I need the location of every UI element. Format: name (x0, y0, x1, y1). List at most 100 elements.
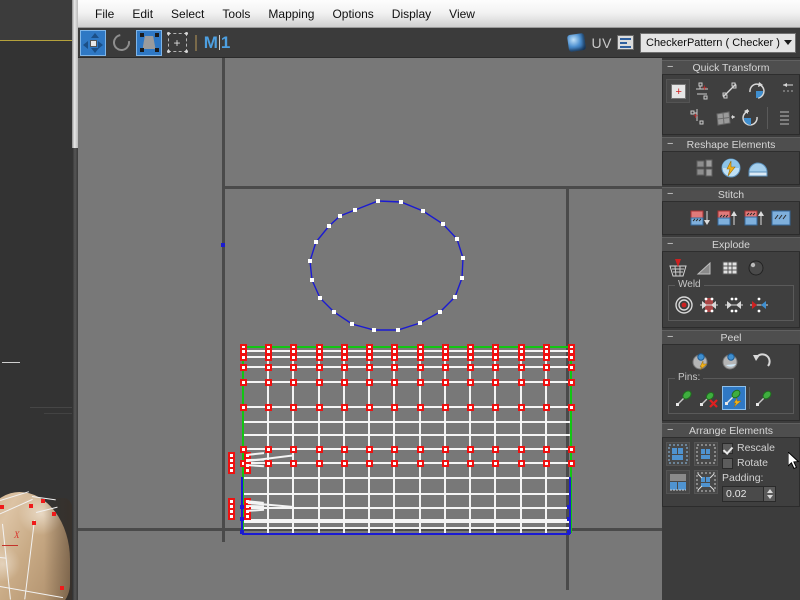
uv-grid-vertex[interactable] (518, 348, 525, 355)
uv-vertex[interactable] (421, 209, 425, 213)
minus-icon[interactable]: − (667, 189, 673, 200)
break-button[interactable] (692, 156, 716, 180)
quick-peel-button[interactable] (719, 156, 743, 180)
straighten-selection-button[interactable] (718, 79, 742, 103)
uv-grid-vertex[interactable] (492, 348, 499, 355)
minus-icon[interactable]: − (667, 332, 673, 343)
weld-shared-button[interactable] (722, 293, 746, 317)
uv-grid-vertex[interactable] (492, 354, 499, 361)
rotate-tool[interactable] (108, 30, 134, 56)
uv-vertex[interactable] (310, 278, 314, 282)
uv-grid-vertex[interactable] (316, 460, 323, 467)
uv-grid-vertex[interactable] (391, 379, 398, 386)
uv-grid-vertex-open[interactable] (567, 517, 571, 521)
uv-grid-vertex[interactable] (290, 348, 297, 355)
uv-grid-vertex[interactable] (467, 354, 474, 361)
uv-vertex[interactable] (308, 259, 312, 263)
uv-grid-vertex[interactable] (442, 446, 449, 453)
uv-stray-vertex[interactable] (221, 243, 225, 247)
uv-vertex[interactable] (396, 328, 400, 332)
uv-vertex[interactable] (376, 199, 380, 203)
relax-quad-button[interactable] (713, 106, 737, 130)
uv-grid-vertex[interactable] (417, 354, 424, 361)
uv-grid-vertex[interactable] (518, 404, 525, 411)
uv-grid-vertex[interactable] (492, 364, 499, 371)
rotate-90-cw-button[interactable] (739, 106, 763, 130)
uv-grid-vertex-open[interactable] (240, 517, 244, 521)
pack-normalize-button[interactable] (666, 442, 690, 466)
uv-grid-vertex[interactable] (492, 379, 499, 386)
move-selected-pivot-button[interactable]: + (666, 79, 690, 103)
uv-grid-vertex[interactable] (543, 364, 550, 371)
padding-spinner[interactable] (722, 486, 776, 502)
uv-vertex[interactable] (461, 256, 465, 260)
uv-grid-vertex[interactable] (240, 404, 247, 411)
uv-vertex[interactable] (338, 214, 342, 218)
weld-blue-button[interactable] (747, 293, 771, 317)
uv-grid-vertex[interactable] (568, 379, 575, 386)
uv-grid-vertex[interactable] (417, 446, 424, 453)
minus-icon[interactable]: − (667, 62, 673, 73)
uv-grid-vertex[interactable] (417, 348, 424, 355)
uv-cube-icon[interactable] (566, 32, 586, 53)
uv-grid-vertex[interactable] (316, 404, 323, 411)
uv-vertex[interactable] (332, 310, 336, 314)
uv-grid-vertex[interactable] (366, 460, 373, 467)
uv-grid-vertex[interactable] (543, 460, 550, 467)
uv-grid-vertex[interactable] (442, 364, 449, 371)
uv-grid-vertex[interactable] (417, 364, 424, 371)
uv-grid-vertex[interactable] (543, 354, 550, 361)
quick-transform-extra-button[interactable] (772, 106, 796, 130)
uv-grid-vertex[interactable] (518, 379, 525, 386)
uv-grid-vertex[interactable] (341, 404, 348, 411)
pack-rescale-button[interactable] (694, 470, 718, 494)
rescale-checkbox[interactable] (722, 442, 733, 454)
uv-grid-vertex[interactable] (341, 379, 348, 386)
menu-options[interactable]: Options (323, 5, 382, 23)
rotate-checkbox[interactable] (722, 457, 733, 469)
uv-grid-vertex[interactable] (543, 404, 550, 411)
uv-vertex[interactable] (460, 276, 464, 280)
uv-grid-vertex[interactable] (518, 460, 525, 467)
menu-edit[interactable]: Edit (123, 5, 162, 23)
menu-view[interactable]: View (440, 5, 484, 23)
uv-grid-vertex[interactable] (366, 446, 373, 453)
uv-grid-vertex[interactable] (290, 354, 297, 361)
panel-peel-header[interactable]: − Peel (662, 330, 800, 345)
uv-grid-vertex-collapsed[interactable] (244, 467, 251, 474)
uv-grid-vertex[interactable] (341, 348, 348, 355)
explode-basket-button[interactable] (666, 256, 690, 280)
uv-grid-vertex[interactable] (442, 379, 449, 386)
uv-grid-vertex[interactable] (240, 348, 247, 355)
uv-grid-vertex[interactable] (391, 446, 398, 453)
uv-grid-vertex[interactable] (543, 379, 550, 386)
menu-display[interactable]: Display (383, 5, 440, 23)
uv-grid-vertex[interactable] (290, 404, 297, 411)
panel-stitch-header[interactable]: − Stitch (662, 187, 800, 202)
uv-grid-vertex[interactable] (543, 348, 550, 355)
explode-by-smoothing-button[interactable] (744, 256, 768, 280)
uv-vertex[interactable] (455, 237, 459, 241)
uv-grid-vertex-collapsed[interactable] (228, 513, 235, 520)
menu-mapping[interactable]: Mapping (259, 5, 323, 23)
uv-grid-vertex[interactable] (265, 446, 272, 453)
uv-grid-vertex[interactable] (265, 354, 272, 361)
uv-grid-vertex[interactable] (467, 364, 474, 371)
stitch-selected-button[interactable] (769, 206, 793, 230)
uv-grid-vertex-open[interactable] (240, 505, 244, 509)
panel-arrange-elements-header[interactable]: − Arrange Elements (662, 423, 800, 438)
uv-grid-vertex-open[interactable] (240, 530, 244, 534)
uv-grid-vertex[interactable] (265, 348, 272, 355)
explode-by-angle-button[interactable] (692, 256, 716, 280)
uv-grid-vertex[interactable] (240, 364, 247, 371)
menu-file[interactable]: File (86, 5, 123, 23)
panel-reshape-elements-header[interactable]: − Reshape Elements (662, 137, 800, 152)
target-weld-button[interactable] (672, 293, 696, 317)
uv-grid-vertex[interactable] (543, 446, 550, 453)
uv-grid-vertex[interactable] (492, 404, 499, 411)
unpin-button[interactable] (697, 386, 721, 410)
uv-grid-vertex[interactable] (417, 379, 424, 386)
uv-grid-vertex[interactable] (442, 348, 449, 355)
uv-grid-vertex-open[interactable] (567, 505, 571, 509)
uv-grid-vertex[interactable] (467, 446, 474, 453)
